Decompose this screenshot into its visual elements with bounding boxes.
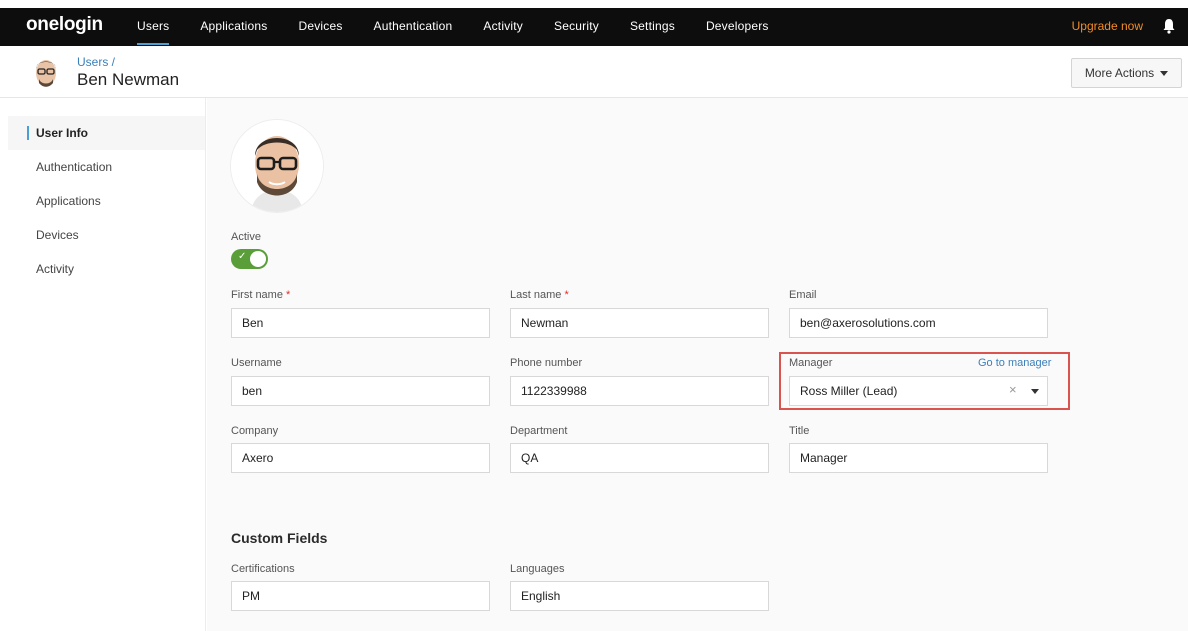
sidebar-item-devices[interactable]: Devices — [8, 218, 205, 252]
active-label: Active — [231, 231, 261, 243]
sidebar-item-authentication[interactable]: Authentication — [8, 150, 205, 184]
email-label: Email — [789, 289, 817, 301]
active-toggle[interactable]: ✓ — [231, 249, 268, 269]
sidebar-item-activity[interactable]: Activity — [8, 252, 205, 286]
toggle-knob — [250, 251, 266, 267]
user-info-panel: Active ✓ First name * Ben Last name * Ne… — [207, 98, 1188, 631]
first-name-input[interactable]: Ben — [231, 308, 490, 338]
page-header: Users / Ben Newman More Actions — [0, 46, 1188, 98]
custom-fields-heading: Custom Fields — [231, 530, 328, 546]
languages-label: Languages — [510, 563, 565, 575]
nav-users[interactable]: Users — [137, 8, 170, 46]
manager-label: Manager — [789, 357, 833, 369]
nav-devices[interactable]: Devices — [298, 8, 342, 46]
certifications-label: Certifications — [231, 563, 295, 575]
sidebar-item-applications[interactable]: Applications — [8, 184, 205, 218]
chevron-down-icon[interactable] — [1031, 389, 1039, 394]
nav-applications[interactable]: Applications — [200, 8, 267, 46]
onelogin-logo[interactable]: onelogin — [26, 14, 103, 36]
department-input[interactable]: QA — [510, 443, 769, 473]
upgrade-now-link[interactable]: Upgrade now — [1072, 8, 1143, 44]
email-input[interactable]: ben@axerosolutions.com — [789, 308, 1048, 338]
last-name-label: Last name * — [510, 289, 569, 301]
last-name-input[interactable]: Newman — [510, 308, 769, 338]
sidebar-item-user-info[interactable]: User Info — [8, 116, 205, 150]
clear-icon[interactable]: × — [1009, 382, 1017, 397]
avatar — [36, 60, 56, 87]
more-actions-label: More Actions — [1084, 66, 1155, 80]
company-label: Company — [231, 425, 279, 437]
title-label: Title — [789, 425, 810, 437]
nav-developers[interactable]: Developers — [706, 8, 769, 46]
breadcrumb[interactable]: Users / — [77, 55, 115, 69]
company-input[interactable]: Axero — [231, 443, 490, 473]
languages-input[interactable]: English — [510, 581, 769, 611]
phone-input[interactable]: 1122339988 — [510, 376, 769, 406]
go-to-manager-link[interactable]: Go to manager — [978, 357, 1051, 369]
manager-selected-value: Ross Miller (Lead) — [800, 384, 898, 398]
caret-down-icon — [1160, 70, 1169, 76]
username-label: Username — [231, 357, 282, 369]
page-title: Ben Newman — [77, 70, 180, 89]
title-input[interactable]: Manager — [789, 443, 1048, 473]
profile-photo[interactable] — [231, 120, 323, 212]
nav-activity[interactable]: Activity — [483, 8, 523, 46]
username-input[interactable]: ben — [231, 376, 490, 406]
top-nav-bar: onelogin Users Applications Devices Auth… — [0, 8, 1188, 46]
more-actions-button[interactable]: More Actions — [1071, 58, 1182, 88]
first-name-label: First name * — [231, 289, 291, 301]
nav-settings[interactable]: Settings — [630, 8, 675, 46]
nav-authentication[interactable]: Authentication — [374, 8, 453, 46]
main-nav: Users Applications Devices Authenticatio… — [137, 8, 800, 46]
phone-label: Phone number — [510, 357, 583, 369]
bell-icon[interactable] — [1162, 18, 1176, 34]
department-label: Department — [510, 425, 568, 437]
check-icon: ✓ — [238, 251, 247, 262]
certifications-input[interactable]: PM — [231, 581, 490, 611]
nav-security[interactable]: Security — [554, 8, 599, 46]
user-sidebar: User Info Authentication Applications De… — [8, 98, 206, 631]
profile-avatar-image — [231, 120, 323, 212]
